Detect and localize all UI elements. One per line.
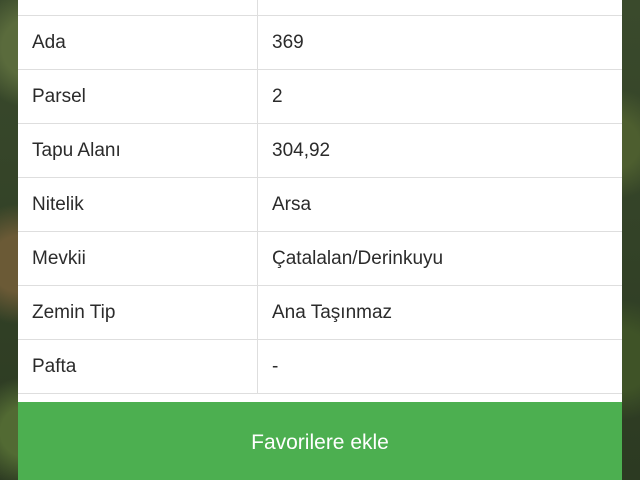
table-row	[18, 0, 622, 16]
table-row-nitelik: Nitelik Arsa	[18, 178, 622, 232]
table-row-zemin-tip: Zemin Tip Ana Taşınmaz	[18, 286, 622, 340]
table-row-parsel: Parsel 2	[18, 70, 622, 124]
add-to-favorites-button[interactable]: Favorilere ekle	[18, 402, 622, 480]
row-key-pafta: Pafta	[18, 340, 258, 393]
row-key-parsel: Parsel	[18, 70, 258, 123]
row-value-pafta: -	[272, 355, 279, 377]
table-row-pafta: Pafta -	[18, 340, 622, 394]
row-key-tapu-alani: Tapu Alanı	[18, 124, 258, 177]
row-value-ada: 369	[272, 31, 304, 53]
table-row-mevkii: Mevkii Çatalalan/Derinkuyu	[18, 232, 622, 286]
row-key	[18, 0, 258, 15]
row-key-ada: Ada	[18, 16, 258, 69]
row-key-nitelik: Nitelik	[18, 178, 258, 231]
parcel-info-table: Ada 369 Parsel 2 Tapu Alanı 304,92 Nitel…	[18, 0, 622, 394]
row-value-parsel: 2	[272, 85, 283, 107]
row-value-mevkii: Çatalalan/Derinkuyu	[272, 247, 444, 269]
row-key-mevkii: Mevkii	[18, 232, 258, 285]
row-key-zemin-tip: Zemin Tip	[18, 286, 258, 339]
row-value-tapu-alani: 304,92	[272, 139, 331, 161]
table-row-tapu-alani: Tapu Alanı 304,92	[18, 124, 622, 178]
row-value-nitelik: Arsa	[272, 193, 312, 215]
table-row-ada: Ada 369	[18, 16, 622, 70]
row-value-zemin-tip: Ana Taşınmaz	[272, 301, 393, 323]
row-value	[258, 0, 622, 15]
parcel-info-card: Ada 369 Parsel 2 Tapu Alanı 304,92 Nitel…	[18, 0, 622, 480]
